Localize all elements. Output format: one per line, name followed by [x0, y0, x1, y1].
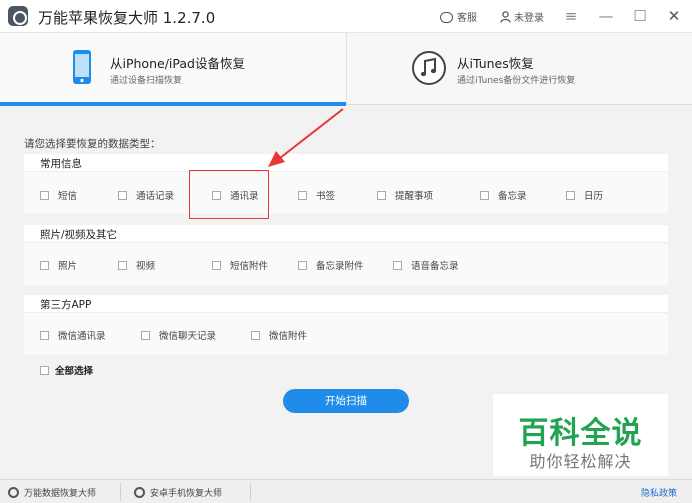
device-recovery-title: 从iPhone/iPad设备恢复: [110, 56, 245, 71]
option-bookmarks[interactable]: 书签: [298, 191, 335, 203]
checkbox[interactable]: [40, 191, 49, 200]
watermark-title: 百科全说: [518, 416, 643, 451]
option-label: 语音备忘录: [411, 261, 459, 272]
close-button[interactable]: ✕: [664, 6, 684, 26]
option-sms-attachments[interactable]: 短信附件: [212, 261, 268, 273]
option-label: 微信通讯录: [58, 331, 106, 342]
option-calendar[interactable]: 日历: [566, 191, 603, 203]
status-bar: 万能数据恢复大师 安卓手机恢复大师 隐私政策: [0, 479, 692, 503]
option-label: 备忘录附件: [316, 261, 364, 272]
checkbox[interactable]: [141, 331, 150, 340]
checkbox[interactable]: [40, 331, 49, 340]
panel-header: 照片/视频及其它: [24, 225, 668, 243]
customer-service-button[interactable]: 客服: [440, 9, 477, 24]
itunes-music-icon: [412, 51, 446, 85]
checkbox[interactable]: [566, 191, 575, 200]
app-title: 万能苹果恢复大师 1.2.7.0: [38, 9, 216, 27]
panel-title-media: 照片/视频及其它: [40, 229, 118, 241]
data-type-prompt: 请您选择要恢复的数据类型：: [24, 138, 161, 150]
watermark-subtitle: 助你轻松解决: [529, 452, 632, 471]
option-sms[interactable]: 短信: [40, 191, 77, 203]
select-all-option[interactable]: 全部选择: [40, 366, 93, 378]
option-label: 微信聊天记录: [159, 331, 217, 342]
checkbox[interactable]: [40, 261, 49, 270]
title-bar: 万能苹果恢复大师 1.2.7.0 客服 未登录 ≡ — ☐ ✕: [0, 0, 692, 33]
checkbox[interactable]: [298, 261, 307, 270]
panel-third-party-app: 第三方APP: [24, 295, 668, 355]
device-recovery-subtitle: 通过设备扫描恢复: [110, 76, 183, 86]
checkbox[interactable]: [251, 331, 260, 340]
checkbox[interactable]: [480, 191, 489, 200]
option-label: 提醒事项: [395, 191, 434, 202]
user-icon: [500, 11, 511, 23]
checkbox[interactable]: [298, 191, 307, 200]
option-label: 短信: [58, 191, 78, 202]
option-label: 照片: [58, 261, 78, 272]
option-wechat-chats[interactable]: 微信聊天记录: [141, 331, 216, 343]
option-notes-attachments[interactable]: 备忘录附件: [298, 261, 364, 273]
divider: [120, 483, 121, 501]
option-videos[interactable]: 视频: [118, 261, 155, 273]
tab-device-recovery[interactable]: 从iPhone/iPad设备恢复 通过设备扫描恢复: [0, 33, 346, 106]
itunes-recovery-subtitle: 通过iTunes备份文件进行恢复: [457, 76, 576, 86]
checkbox[interactable]: [377, 191, 386, 200]
customer-service-label: 客服: [457, 13, 477, 24]
login-label: 未登录: [514, 13, 544, 24]
start-scan-button[interactable]: 开始扫描: [283, 389, 409, 413]
option-label: 书签: [316, 191, 336, 202]
active-tab-indicator: [0, 102, 346, 106]
tab-itunes-recovery[interactable]: 从iTunes恢复 通过iTunes备份文件进行恢复: [346, 33, 692, 105]
option-voice-memos[interactable]: 语音备忘录: [393, 261, 459, 273]
option-label: 短信附件: [230, 261, 269, 272]
select-all-label: 全部选择: [55, 366, 94, 377]
checkbox[interactable]: [393, 261, 402, 270]
option-label: 视频: [136, 261, 156, 272]
option-reminders[interactable]: 提醒事项: [377, 191, 433, 203]
panel-title-thirdparty: 第三方APP: [40, 299, 92, 311]
app-mini-icon: [134, 487, 145, 498]
privacy-policy-link[interactable]: 隐私政策: [641, 486, 677, 499]
panel-common-info: 常用信息: [24, 154, 668, 214]
app-logo-icon: [8, 6, 28, 26]
annotation-highlight-box: [189, 170, 269, 219]
checkbox[interactable]: [212, 261, 221, 270]
divider: [250, 483, 251, 501]
option-label: 日历: [584, 191, 604, 202]
menu-icon[interactable]: ≡: [561, 6, 581, 26]
panel-header: 第三方APP: [24, 295, 668, 313]
option-wechat-attachments[interactable]: 微信附件: [251, 331, 307, 343]
panel-header: 常用信息: [24, 154, 668, 172]
link-android-recovery-master[interactable]: 安卓手机恢复大师: [134, 486, 222, 499]
checkbox[interactable]: [40, 366, 49, 375]
option-label: 通话记录: [136, 191, 175, 202]
recovery-mode-tabs: 从iPhone/iPad设备恢复 通过设备扫描恢复 从iTunes恢复 通过iT…: [0, 33, 692, 106]
option-label: 微信附件: [269, 331, 308, 342]
minimize-button[interactable]: —: [596, 6, 616, 26]
iphone-icon: [73, 50, 91, 84]
option-call-log[interactable]: 通话记录: [118, 191, 174, 203]
option-photos[interactable]: 照片: [40, 261, 77, 273]
link-data-recovery-master[interactable]: 万能数据恢复大师: [8, 486, 96, 499]
option-label: 备忘录: [498, 191, 527, 202]
maximize-button[interactable]: ☐: [630, 6, 650, 26]
chat-bubble-icon: [440, 12, 453, 23]
itunes-recovery-title: 从iTunes恢复: [457, 56, 534, 71]
checkbox[interactable]: [118, 191, 127, 200]
app-mini-icon: [8, 487, 19, 498]
option-wechat-contacts[interactable]: 微信通讯录: [40, 331, 106, 343]
panel-photos-videos: 照片/视频及其它: [24, 225, 668, 285]
statusbar-item-label: 安卓手机恢复大师: [150, 489, 223, 499]
login-button[interactable]: 未登录: [500, 9, 544, 24]
panel-title-common: 常用信息: [40, 158, 82, 170]
checkbox[interactable]: [118, 261, 127, 270]
option-notes[interactable]: 备忘录: [480, 191, 527, 203]
statusbar-item-label: 万能数据恢复大师: [24, 489, 97, 499]
watermark: 百科全说 助你轻松解决: [493, 394, 668, 476]
